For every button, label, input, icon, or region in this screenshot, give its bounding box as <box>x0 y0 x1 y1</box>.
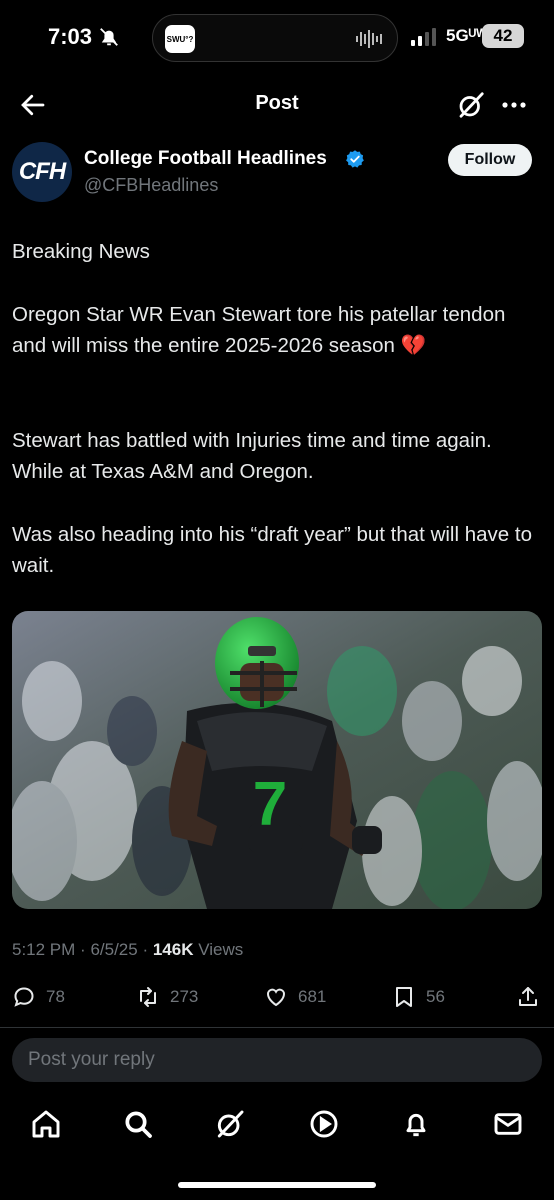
like-action[interactable]: 681 <box>264 984 326 1010</box>
search-icon[interactable] <box>122 1108 154 1140</box>
more-options-icon[interactable] <box>500 92 528 118</box>
view-count: 146K <box>152 940 194 959</box>
home-indicator[interactable] <box>178 1182 376 1188</box>
reply-icon <box>14 987 34 1007</box>
post-time: 5:12 PM <box>12 940 76 959</box>
like-count: 681 <box>298 987 327 1006</box>
post-paragraph: Was also heading into his “draft year” b… <box>12 523 532 577</box>
messages-icon[interactable] <box>492 1108 524 1140</box>
follow-button[interactable]: Follow <box>448 144 532 176</box>
audio-wave-icon <box>356 30 382 48</box>
reply-count: 78 <box>46 987 65 1006</box>
bookmark-action[interactable]: 56 <box>392 984 445 1010</box>
island-app-logo: SWU°? <box>165 25 195 53</box>
post-date: 6/5/25 <box>90 940 138 959</box>
status-time: 7:03 <box>48 24 93 49</box>
post-paragraph: Stewart has battled with Injuries time a… <box>12 429 492 483</box>
bookmark-icon <box>396 987 412 1007</box>
reply-input[interactable]: Post your reply <box>12 1038 542 1082</box>
status-bar: 7:03 SWU°? 5Gᵁᵂ 42 <box>0 0 554 76</box>
repost-icon <box>140 987 156 1007</box>
views-label[interactable]: Views <box>198 940 243 959</box>
share-action[interactable] <box>516 984 550 1010</box>
post-image[interactable]: 7 <box>12 611 542 909</box>
post-paragraph: Breaking News <box>12 240 150 263</box>
repost-count: 273 <box>170 987 199 1006</box>
heart-icon <box>266 988 286 1007</box>
bookmark-count: 56 <box>426 987 445 1006</box>
author-name[interactable]: College Football Headlines <box>84 148 327 170</box>
grok-icon[interactable] <box>456 90 486 120</box>
author-handle[interactable]: @CFBHeadlines <box>84 175 218 196</box>
divider <box>0 1027 554 1028</box>
share-icon <box>519 987 537 1006</box>
network-type: 5Gᵁᵂ <box>446 26 487 45</box>
meta-separator: · <box>80 940 91 959</box>
meta-separator: · <box>142 940 153 959</box>
verified-badge-icon <box>346 150 364 168</box>
battery-indicator: 42 <box>482 24 524 48</box>
post-header: Post <box>0 80 554 130</box>
jersey-number: 7 <box>253 770 287 839</box>
post-paragraph: Oregon Star WR Evan Stewart tore his pat… <box>12 303 506 357</box>
football-player-photo: 7 <box>12 611 542 909</box>
reply-action[interactable]: 78 <box>12 984 65 1010</box>
home-icon[interactable] <box>30 1108 62 1140</box>
video-play-icon[interactable] <box>308 1108 340 1140</box>
notifications-icon[interactable] <box>400 1108 432 1140</box>
cell-signal-icon <box>411 28 436 46</box>
repost-action[interactable]: 273 <box>136 984 198 1010</box>
bell-off-icon <box>100 28 118 46</box>
avatar-logo-text: CFH <box>18 158 66 185</box>
dynamic-island[interactable]: SWU°? <box>152 14 398 62</box>
post-meta: 5:12 PM · 6/5/25 · 146K Views <box>12 940 243 960</box>
avatar[interactable]: CFH <box>12 142 72 202</box>
grok-nav-icon[interactable] <box>214 1108 246 1140</box>
